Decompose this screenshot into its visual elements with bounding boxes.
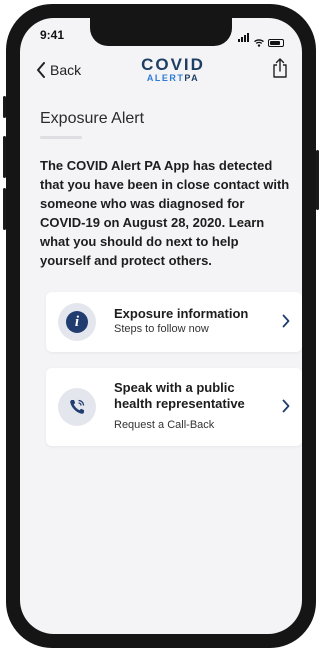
phone-icon-circle — [58, 388, 96, 426]
wifi-icon — [254, 39, 264, 47]
page-title: Exposure Alert — [40, 110, 145, 127]
exposure-information-card[interactable]: i Exposure information Steps to follow n… — [46, 292, 302, 352]
phone-screen: 9:41 Back COVID ALERTPA Exposure Alert T… — [20, 18, 302, 634]
alert-message: The COVID Alert PA App has detected that… — [40, 158, 290, 268]
volume-up-button — [3, 136, 6, 178]
volume-down-button — [3, 188, 6, 230]
chevron-right-icon — [282, 399, 290, 413]
app-logo: COVID ALERTPA — [128, 56, 218, 84]
chevron-left-icon — [37, 62, 45, 78]
nav-bar: Back COVID ALERTPA — [20, 48, 302, 94]
share-icon — [273, 58, 287, 78]
logo-pa-text: PA — [184, 73, 200, 83]
chevron-right-icon — [282, 314, 290, 328]
logo-alert-text: ALERT — [146, 73, 185, 83]
card-subtitle: Request a Call-Back — [114, 419, 215, 431]
phone-icon — [70, 399, 85, 414]
speak-with-representative-card[interactable]: Speak with a public health representativ… — [46, 368, 302, 446]
title-divider — [40, 136, 82, 139]
logo-alertpa-text: ALERTPA — [128, 73, 218, 84]
card-title: Exposure information — [114, 306, 249, 321]
power-button — [316, 150, 319, 210]
status-bar: 9:41 — [20, 18, 302, 48]
mute-switch — [3, 96, 6, 118]
info-icon: i — [66, 311, 88, 333]
logo-covid-text: COVID — [141, 55, 205, 74]
card-subtitle: Steps to follow now — [114, 323, 209, 335]
signal-icon — [238, 29, 250, 47]
info-icon-circle: i — [58, 303, 96, 341]
status-icons — [238, 29, 284, 47]
back-label: Back — [50, 62, 82, 78]
card-title: Speak with a public health representativ… — [114, 380, 245, 411]
phone-frame: 9:41 Back COVID ALERTPA Exposure Alert T… — [3, 4, 319, 648]
share-button[interactable] — [272, 58, 288, 83]
status-time: 9:41 — [40, 28, 65, 42]
back-button[interactable]: Back — [36, 62, 81, 78]
battery-icon — [268, 39, 284, 47]
